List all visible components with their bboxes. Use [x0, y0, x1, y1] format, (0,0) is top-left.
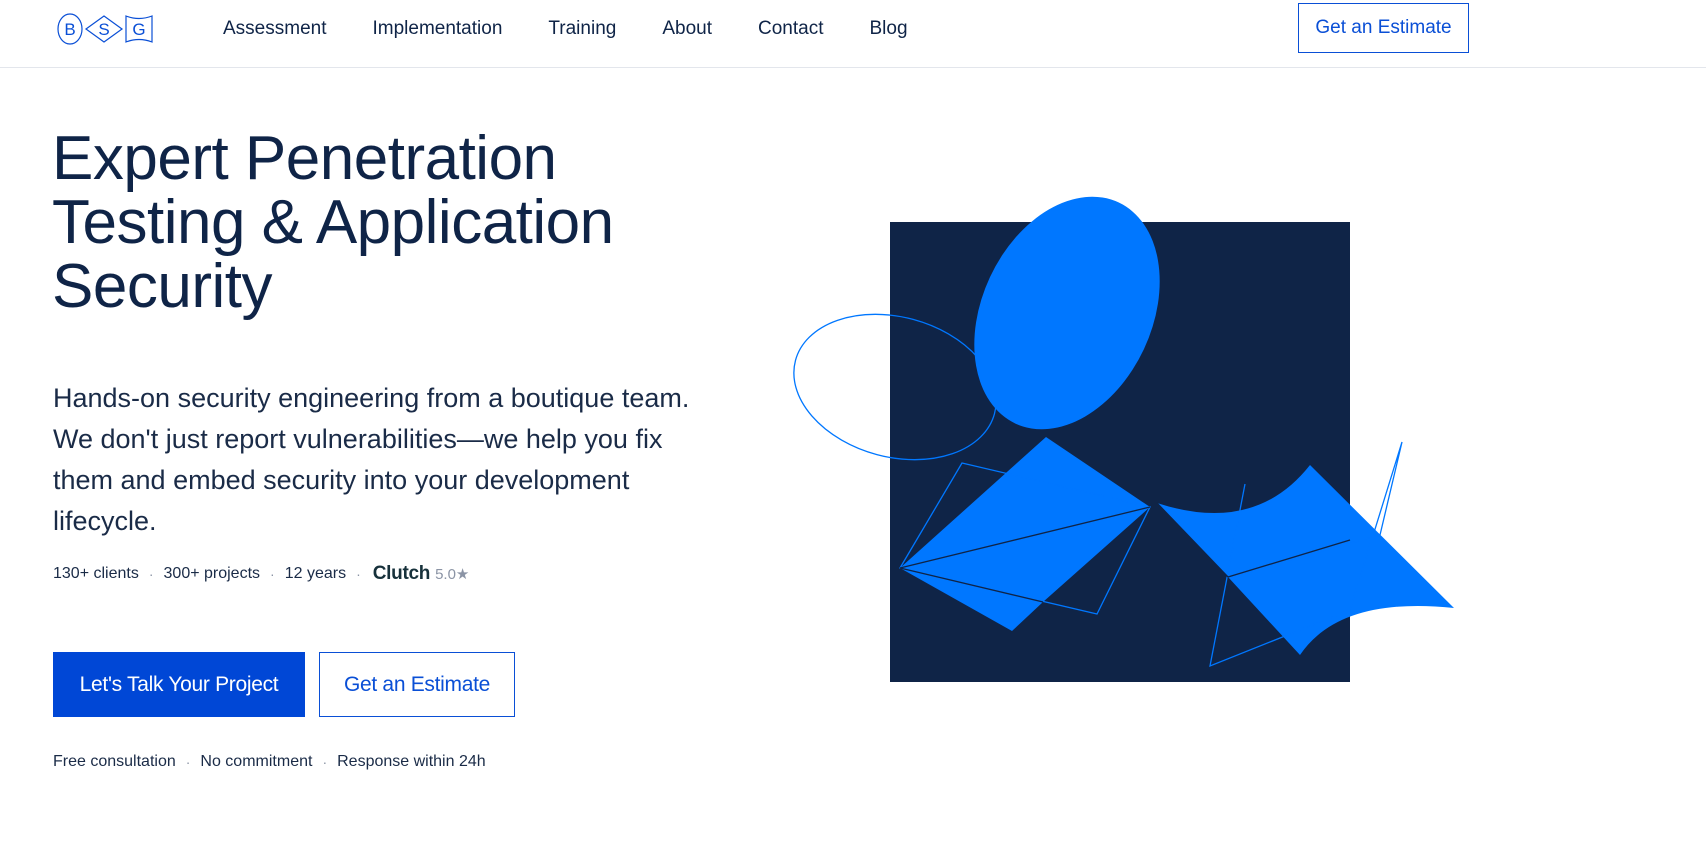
footnote-response-time: Response within 24h — [337, 753, 486, 770]
separator-dot: · — [148, 566, 154, 582]
logo-letter-b: B — [64, 20, 75, 39]
hero-title-line: Testing & Application — [52, 188, 614, 257]
footnote-free-consultation: Free consultation — [53, 753, 176, 770]
logo-letter-s: S — [98, 20, 109, 39]
separator-dot: · — [322, 754, 328, 770]
stat-years: 12 years — [284, 565, 347, 582]
hero-footnotes: Free consultation · No commitment · Resp… — [53, 753, 486, 771]
separator-dot: · — [185, 754, 191, 770]
separator-dot: · — [356, 566, 361, 582]
hero-title-line: Expert Penetration — [52, 124, 557, 193]
bsg-logo[interactable]: B S G — [56, 12, 154, 46]
site-header: B S G Assessment Implementation Training… — [0, 0, 1706, 68]
hero-title: Expert Penetration Testing & Application… — [52, 127, 752, 319]
separator-dot: · — [270, 566, 275, 582]
main-nav: Assessment Implementation Training About… — [223, 18, 954, 40]
stat-clients: 130+ clients — [53, 565, 139, 582]
clutch-rating: 5.0★ — [435, 566, 470, 583]
hero-subtitle-line: We don't just report vulnerabilities—we … — [53, 424, 663, 454]
footnote-no-commitment: No commitment — [200, 753, 313, 770]
stat-projects: 300+ projects — [163, 565, 261, 582]
hero-get-estimate-button[interactable]: Get an Estimate — [319, 652, 515, 717]
nav-blog[interactable]: Blog — [869, 18, 907, 40]
nav-contact[interactable]: Contact — [758, 18, 823, 40]
nav-training[interactable]: Training — [548, 18, 616, 40]
clutch-logo[interactable]: Clutch — [373, 563, 431, 585]
hero-subtitle: Hands-on security engineering from a bou… — [53, 378, 753, 542]
hero-stats: 130+ clients · 300+ projects · 12 years … — [53, 563, 469, 585]
nav-assessment[interactable]: Assessment — [223, 18, 326, 40]
nav-implementation[interactable]: Implementation — [372, 18, 502, 40]
talk-project-button[interactable]: Let's Talk Your Project — [53, 652, 305, 717]
hero-subtitle-line: Hands-on security engineering from a bou… — [53, 383, 690, 413]
hero-subtitle-line: lifecycle. — [53, 506, 157, 536]
nav-about[interactable]: About — [662, 18, 712, 40]
header-get-estimate-button[interactable]: Get an Estimate — [1298, 3, 1469, 53]
hero-subtitle-line: them and embed security into your develo… — [53, 465, 630, 495]
hero-title-line: Security — [52, 252, 272, 321]
hero-illustration — [793, 196, 1454, 682]
logo-letter-g: G — [132, 20, 145, 39]
